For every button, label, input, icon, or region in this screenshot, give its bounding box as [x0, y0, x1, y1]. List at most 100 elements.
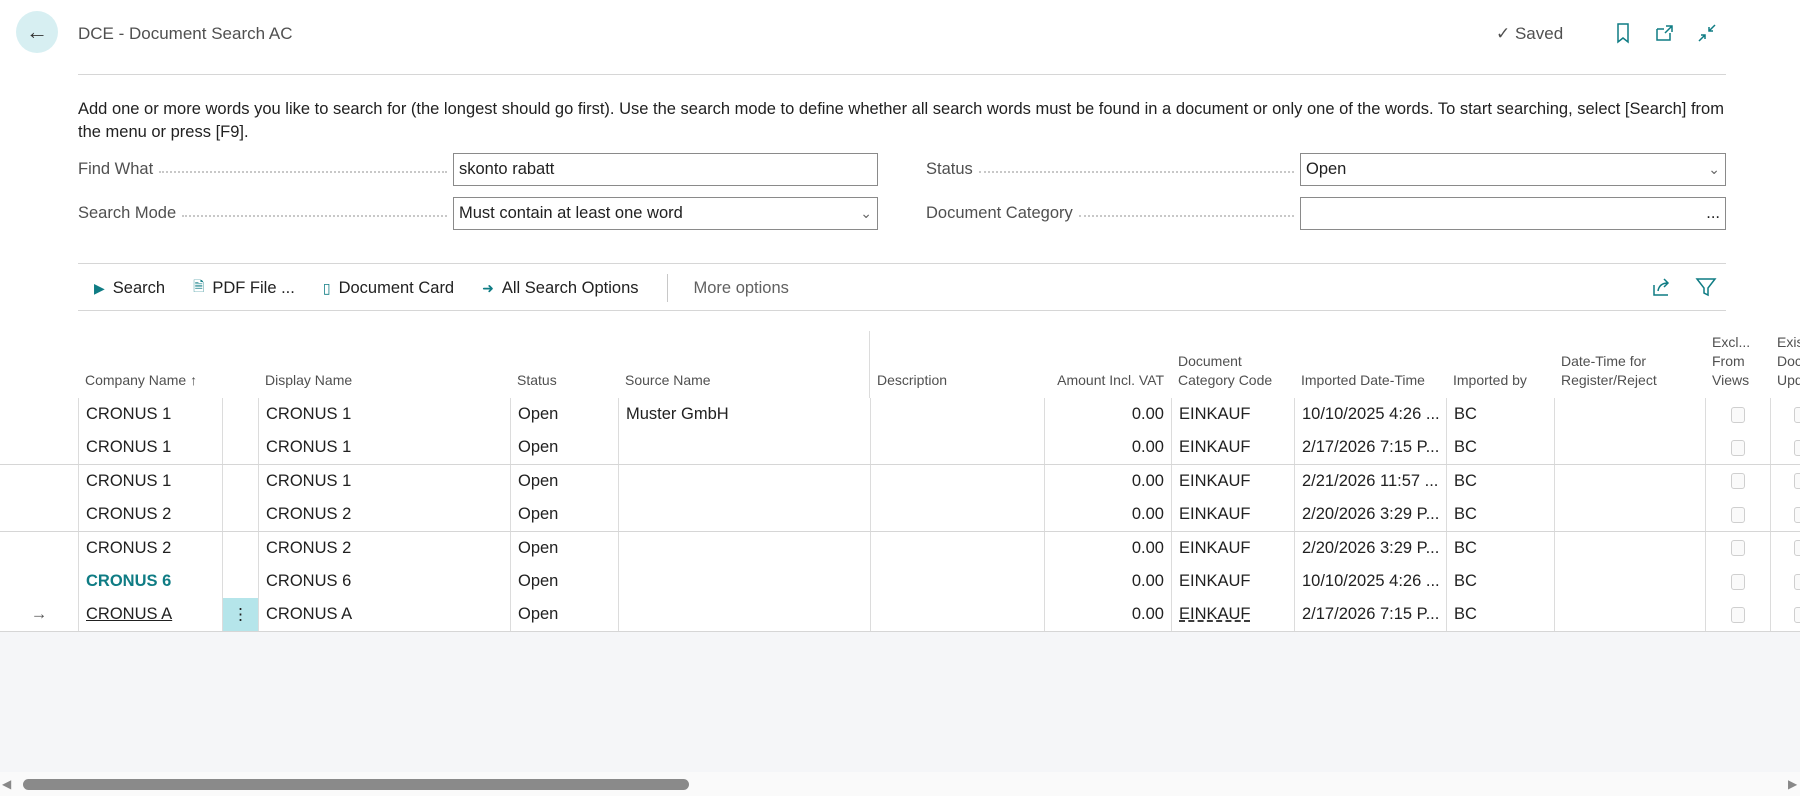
all-search-options-button[interactable]: ➜ All Search Options: [482, 279, 638, 298]
cell-amount-incl-vat: 0.00: [1044, 531, 1171, 565]
cell-excl-from-views[interactable]: [1705, 531, 1770, 565]
cell-actions[interactable]: [222, 431, 258, 465]
cell-excl-from-views[interactable]: [1705, 398, 1770, 431]
cell-source-name: Muster GmbH: [618, 398, 870, 431]
cell-company-name[interactable]: CRONUS 1: [78, 398, 222, 431]
search-mode-select[interactable]: Must contain at least one word ⌄: [453, 197, 878, 230]
cell-actions[interactable]: [222, 398, 258, 431]
cell-existing-doc-update[interactable]: [1770, 464, 1800, 498]
cell-company-name[interactable]: CRONUS 2: [78, 531, 222, 565]
checkbox[interactable]: [1731, 606, 1745, 623]
cell-document-category-code[interactable]: EINKAUF: [1171, 498, 1294, 532]
cell-imported-by: BC: [1446, 398, 1554, 431]
search-button[interactable]: ▶ Search: [94, 279, 165, 298]
bookmark-icon[interactable]: [1610, 20, 1636, 46]
cell-document-category-code[interactable]: EINKAUF: [1171, 531, 1294, 565]
table-row[interactable]: CRONUS 1 CRONUS 1 Open 0.00 EINKAUF 2/21/2026…: [0, 464, 1800, 499]
back-button[interactable]: ←: [16, 11, 58, 53]
cell-existing-doc-update[interactable]: [1770, 531, 1800, 565]
cell-company-name[interactable]: CRONUS 1: [78, 464, 222, 498]
checkbox[interactable]: [1731, 439, 1745, 456]
cell-existing-doc-update[interactable]: [1770, 398, 1800, 431]
cell-actions[interactable]: [222, 531, 258, 565]
cell-document-category-code[interactable]: EINKAUF: [1171, 598, 1294, 632]
scroll-left-icon[interactable]: ◀: [2, 777, 11, 791]
table-row[interactable]: → CRONUS A ⋮ CRONUS A Open 0.00 EINKAUF 2/17/20…: [0, 598, 1800, 633]
column-header-status[interactable]: Status: [510, 331, 618, 398]
cell-document-category-code[interactable]: EINKAUF: [1171, 398, 1294, 431]
cell-date-time-register-reject: [1554, 464, 1705, 498]
table-row[interactable]: CRONUS 2 CRONUS 2 Open 0.00 EINKAUF 2/20/2026…: [0, 498, 1800, 533]
cell-excl-from-views[interactable]: [1705, 598, 1770, 632]
find-what-input[interactable]: skonto rabatt: [453, 153, 878, 186]
lookup-ellipsis-button[interactable]: ...: [1706, 204, 1720, 223]
column-header-document-category-code[interactable]: Document Category Code: [1171, 331, 1294, 398]
column-header-amount-incl-vat[interactable]: Amount Incl. VAT: [1044, 331, 1171, 398]
column-header-imported-date-time[interactable]: Imported Date-Time: [1294, 331, 1446, 398]
column-header-source-name[interactable]: Source Name: [618, 331, 870, 398]
share-icon[interactable]: [1650, 275, 1674, 305]
cell-imported-date-time: 10/10/2025 4:26 ...: [1294, 398, 1446, 431]
checkbox[interactable]: [1793, 573, 1800, 590]
column-header-display-name[interactable]: Display Name: [258, 331, 510, 398]
filter-icon[interactable]: [1694, 275, 1718, 305]
document-category-input[interactable]: ...: [1300, 197, 1726, 230]
cell-status: Open: [510, 398, 618, 431]
table-row[interactable]: CRONUS 2 CRONUS 2 Open 0.00 EINKAUF 2/20/2026…: [0, 531, 1800, 566]
cell-company-name[interactable]: CRONUS 1: [78, 431, 222, 465]
column-header-date-time-register-reject[interactable]: Date-Time for Register/Reject: [1554, 331, 1705, 398]
cell-existing-doc-update[interactable]: [1770, 565, 1800, 598]
column-header-imported-by[interactable]: Imported by: [1446, 331, 1554, 398]
cell-status: Open: [510, 464, 618, 498]
scroll-right-icon[interactable]: ▶: [1788, 777, 1797, 791]
cell-company-name[interactable]: CRONUS 2: [78, 498, 222, 532]
cell-document-category-code[interactable]: EINKAUF: [1171, 431, 1294, 465]
checkbox[interactable]: [1731, 573, 1745, 590]
cell-imported-date-time: 10/10/2025 4:26 ...: [1294, 565, 1446, 598]
cell-imported-by: BC: [1446, 464, 1554, 498]
cell-excl-from-views[interactable]: [1705, 431, 1770, 465]
status-select[interactable]: Open ⌄: [1300, 153, 1726, 186]
checkbox[interactable]: [1731, 540, 1745, 557]
column-header-company-name[interactable]: Company Name ↑: [78, 331, 222, 398]
cell-date-time-register-reject: [1554, 498, 1705, 532]
cell-status: Open: [510, 565, 618, 598]
table-row[interactable]: CRONUS 1 CRONUS 1 Open 0.00 EINKAUF 2/17/2026…: [0, 431, 1800, 466]
checkbox[interactable]: [1793, 506, 1800, 523]
more-options-button[interactable]: More options: [694, 279, 789, 298]
cell-excl-from-views[interactable]: [1705, 498, 1770, 532]
cell-existing-doc-update[interactable]: [1770, 431, 1800, 465]
cell-existing-doc-update[interactable]: [1770, 598, 1800, 632]
scrollbar-thumb[interactable]: [23, 779, 689, 790]
cell-document-category-code[interactable]: EINKAUF: [1171, 464, 1294, 498]
checkbox[interactable]: [1793, 606, 1800, 623]
cell-imported-date-time: 2/21/2026 11:57 ...: [1294, 464, 1446, 498]
column-header-existing-doc-update[interactable]: Exis... Doc... Upd...: [1770, 331, 1800, 398]
checkbox[interactable]: [1793, 406, 1800, 423]
cell-existing-doc-update[interactable]: [1770, 498, 1800, 532]
checkbox[interactable]: [1731, 406, 1745, 423]
checkbox[interactable]: [1793, 439, 1800, 456]
column-header-excl-from-views[interactable]: Excl... From Views: [1705, 331, 1770, 398]
checkbox[interactable]: [1731, 506, 1745, 523]
table-row[interactable]: CRONUS 6 CRONUS 6 Open 0.00 EINKAUF 10/10/202…: [0, 565, 1800, 599]
document-card-button[interactable]: ▯ Document Card: [323, 279, 454, 298]
checkbox[interactable]: [1793, 473, 1800, 490]
table-row[interactable]: CRONUS 1 CRONUS 1 Open Muster GmbH 0.00 EINKA…: [0, 398, 1800, 432]
cell-excl-from-views[interactable]: [1705, 565, 1770, 598]
cell-company-name[interactable]: CRONUS 6: [78, 565, 222, 598]
column-header-description[interactable]: Description: [870, 331, 1044, 398]
open-new-window-icon[interactable]: [1652, 20, 1678, 46]
cell-document-category-code[interactable]: EINKAUF: [1171, 565, 1294, 598]
cell-source-name: [618, 598, 870, 632]
cell-actions[interactable]: [222, 498, 258, 532]
cell-actions[interactable]: [222, 464, 258, 498]
row-actions-button[interactable]: ⋮: [222, 598, 258, 632]
collapse-icon[interactable]: [1694, 20, 1720, 46]
cell-actions[interactable]: [222, 565, 258, 598]
cell-excl-from-views[interactable]: [1705, 464, 1770, 498]
pdf-file-button[interactable]: 🗎 PDF File ...: [193, 276, 295, 300]
cell-company-name[interactable]: CRONUS A: [78, 598, 222, 632]
checkbox[interactable]: [1731, 473, 1745, 490]
checkbox[interactable]: [1793, 540, 1800, 557]
